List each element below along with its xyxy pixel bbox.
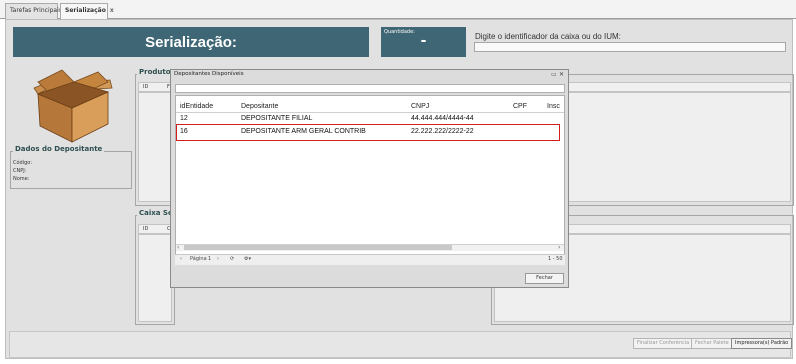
field-cnpj: CNPJ: xyxy=(13,168,27,174)
produtos-grid[interactable] xyxy=(138,92,172,202)
quantity-value: - xyxy=(420,33,427,49)
modal-title: Depositantes Disponíveis xyxy=(174,71,244,77)
restore-icon[interactable]: ▭ xyxy=(551,71,557,78)
row-16-depositante[interactable]: DEPOSITANTE ARM GERAL CONTRIB xyxy=(241,128,366,135)
selected-row-outline[interactable] xyxy=(176,124,560,141)
col-id[interactable]: ID xyxy=(139,82,148,92)
tab-label: Serialização xyxy=(65,7,106,14)
page-number[interactable]: 1 xyxy=(208,255,211,263)
header-divider xyxy=(176,112,564,113)
depositante-fieldset xyxy=(10,151,132,189)
page-label: Página xyxy=(190,256,207,262)
col-id[interactable]: ID xyxy=(139,224,148,234)
col-cpf[interactable]: CPF xyxy=(513,103,527,110)
close-icon[interactable]: ✕ xyxy=(559,71,564,78)
box-icon xyxy=(33,69,113,143)
tab-tarefas-principais[interactable]: Tarefas Principais xyxy=(5,3,62,19)
col-depositante[interactable]: Depositante xyxy=(241,103,278,110)
col-b[interactable]: F xyxy=(163,82,170,92)
settings-icon[interactable]: ⚙▾ xyxy=(244,255,251,263)
row-12-cnpj[interactable]: 44.444.444/4444-44 xyxy=(411,115,474,122)
scrollbar-thumb[interactable] xyxy=(184,245,452,250)
tab-serializacao[interactable]: Serialização x xyxy=(60,3,114,19)
refresh-icon[interactable]: ⟳ xyxy=(230,255,234,263)
depositantes-grid[interactable] xyxy=(175,95,565,265)
field-codigo: Código: xyxy=(13,160,33,166)
prev-page-icon[interactable]: ‹ xyxy=(180,255,182,263)
depositante-legend: Dados do Depositante xyxy=(13,145,105,153)
impressora-padrao-button[interactable]: Impressora(s) Padrão xyxy=(731,338,793,349)
next-page-icon[interactable]: › xyxy=(217,255,219,263)
field-nome: Nome: xyxy=(13,176,30,182)
caixa-grid[interactable] xyxy=(138,234,172,322)
fechar-button[interactable]: Fechar xyxy=(525,273,564,284)
tab-label: Tarefas Principais xyxy=(10,7,62,14)
row-12-id[interactable]: 12 xyxy=(180,115,188,122)
col-identidade[interactable]: idEntidade xyxy=(180,103,213,110)
identifier-label: Digite o identificador da caixa ou do IU… xyxy=(475,32,621,41)
col-cnpj[interactable]: CNPJ xyxy=(411,103,429,110)
row-16-cnpj[interactable]: 22.222.222/2222-22 xyxy=(411,128,474,135)
scroll-left-icon[interactable]: ‹ xyxy=(177,244,179,251)
col-insc[interactable]: Insc xyxy=(547,103,560,110)
produtos-legend: Produto xyxy=(137,68,173,76)
tab-bar xyxy=(0,0,796,19)
page-title: Serialização: xyxy=(145,34,237,51)
identifier-input[interactable] xyxy=(474,42,786,52)
scroll-right-icon[interactable]: › xyxy=(558,244,560,251)
finalizar-conferencia-button[interactable]: Finalizar Conferência xyxy=(633,338,694,349)
row-12-depositante[interactable]: DEPOSITANTE FILIAL xyxy=(241,115,312,122)
filter-input[interactable] xyxy=(175,84,565,93)
page-range: 1 - 50 xyxy=(548,256,563,262)
close-icon[interactable]: x xyxy=(110,7,114,14)
row-16-id[interactable]: 16 xyxy=(180,128,188,135)
fechar-palete-button[interactable]: Fechar Palete xyxy=(691,338,733,349)
